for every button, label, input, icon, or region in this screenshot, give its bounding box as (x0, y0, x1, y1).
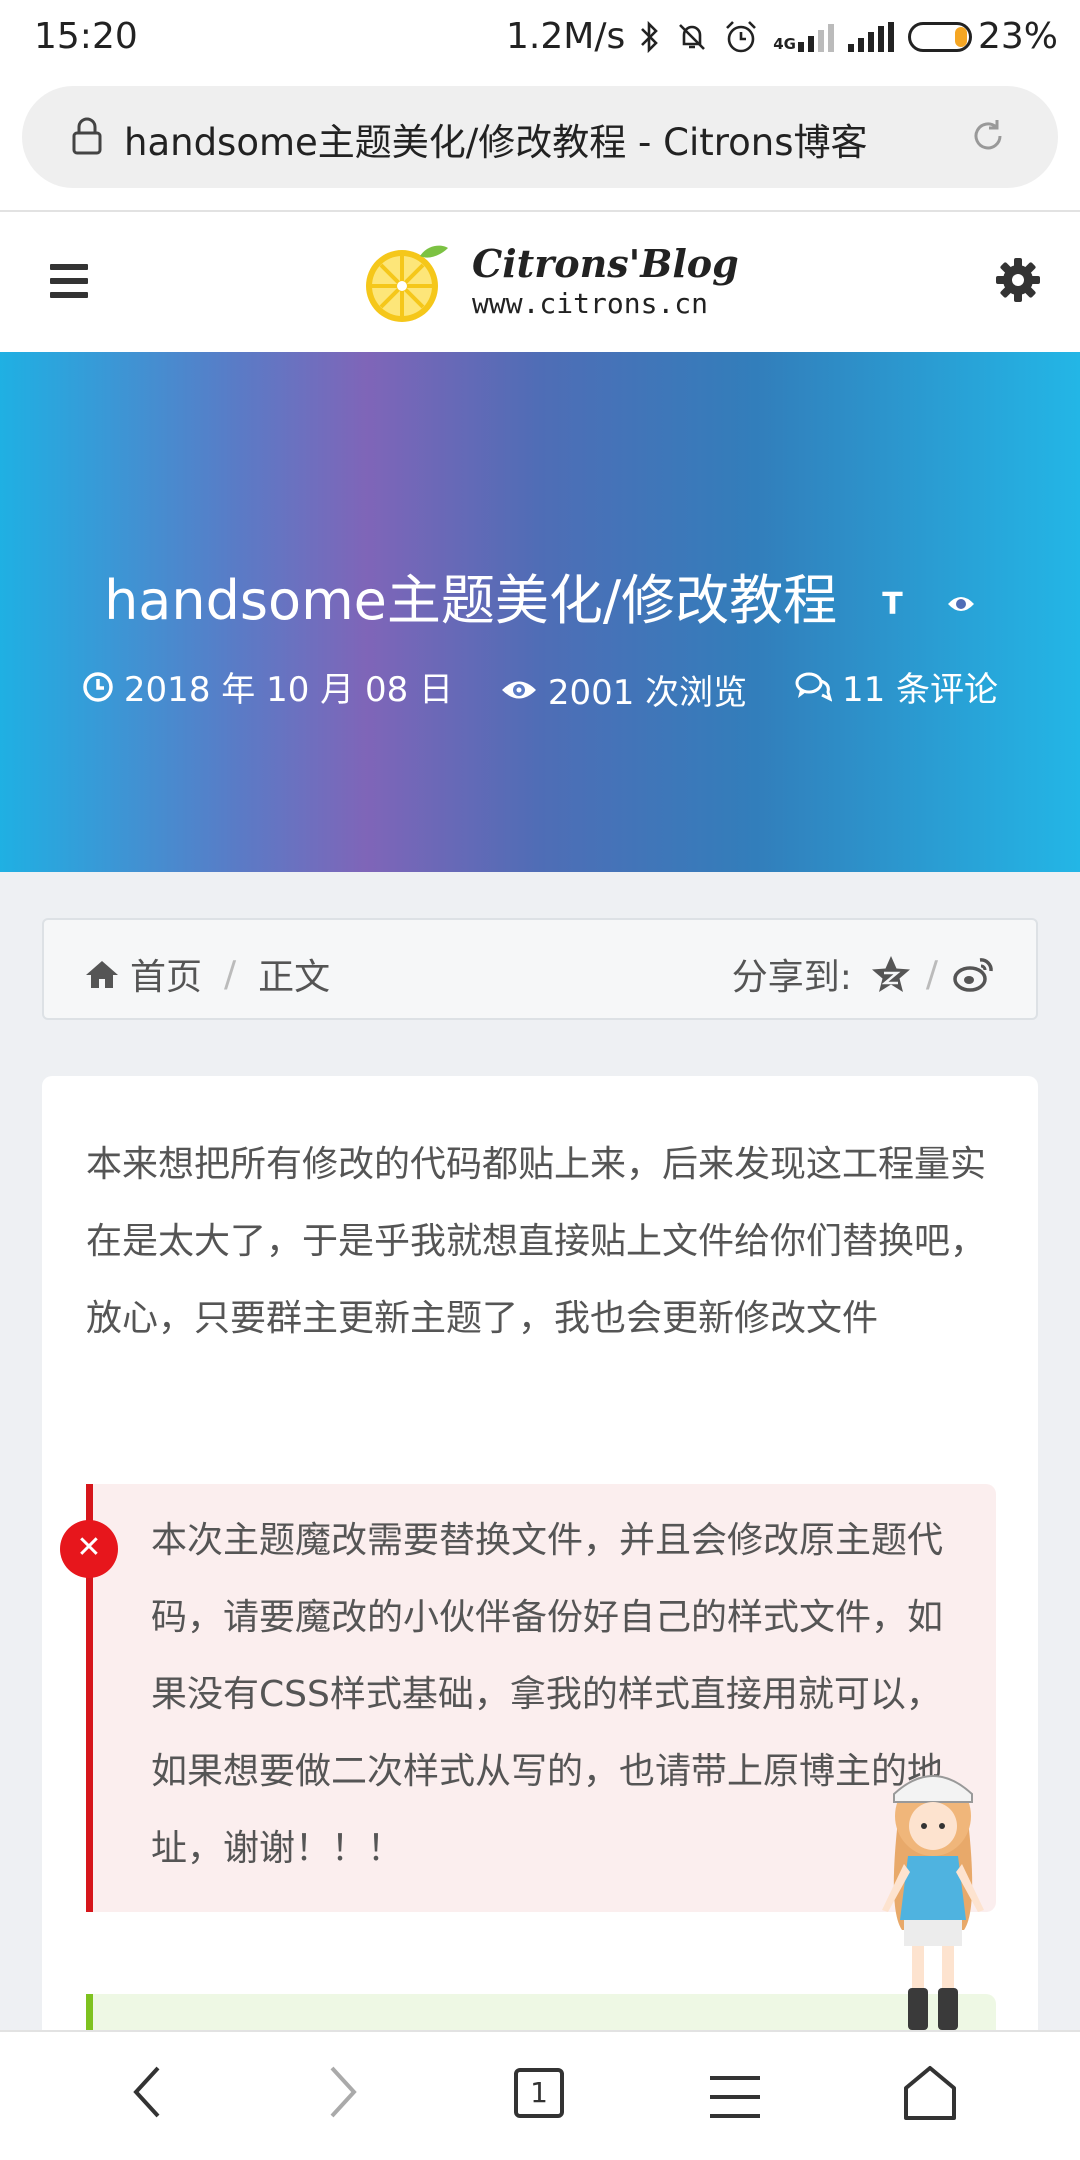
breadcrumb-current: 正文 (258, 957, 331, 998)
net-speed: 1.2M/s (506, 16, 626, 57)
tabs-icon[interactable]: 1 (514, 2068, 564, 2118)
clock-icon (83, 671, 113, 702)
weibo-icon[interactable] (952, 954, 996, 994)
breadcrumb-separator: / (224, 953, 237, 995)
signal-4g-icon: 4G (773, 22, 834, 52)
status-right: 1.2M/s 4G 23% (506, 16, 1058, 57)
page-title-url: handsome主题美化/修改教程 - Citrons博客 (124, 121, 868, 164)
warning-text: 本次主题魔改需要替换文件，并且会修改原主题代码，请要魔改的小伙伴备份好自己的样式… (151, 1520, 944, 1869)
close-circle-icon: ✕ (60, 1520, 118, 1578)
browser-bottom-nav: 1 (0, 2030, 1080, 2160)
warning-box: 本次主题魔改需要替换文件，并且会修改原主题代码，请要魔改的小伙伴备份好自己的样式… (86, 1484, 996, 1912)
lock-icon (72, 117, 102, 155)
home-outline-icon[interactable] (902, 2064, 958, 2122)
logo-title: Citrons'Blog (472, 241, 739, 286)
share-label: 分享到: (731, 957, 852, 998)
post-meta: 2018 年 10 月 08 日 2001 次浏览 11 条评论 (0, 662, 1080, 714)
breadcrumb-home[interactable]: 首页 (130, 948, 202, 1000)
font-size-icon[interactable]: T (882, 587, 902, 622)
back-icon[interactable] (128, 2062, 168, 2122)
anime-mascot-icon[interactable] (868, 1760, 998, 2036)
browser-url-bar: handsome主题美化/修改教程 - Citrons博客 (0, 80, 1080, 212)
status-bar: 15:20 1.2M/s 4G 23% (0, 0, 1080, 80)
alarm-icon (726, 20, 757, 52)
home-icon (86, 961, 118, 988)
logo-subtitle: www.citrons.cn (472, 287, 709, 320)
menu-lines-icon[interactable] (708, 2074, 762, 2120)
eye-icon (501, 681, 536, 698)
post-comments: 11 条评论 (841, 670, 999, 710)
signal-icon (847, 21, 894, 52)
post-date: 2018 年 10 月 08 日 (123, 670, 454, 710)
menu-icon[interactable] (50, 264, 88, 306)
eye-toggle-icon[interactable] (946, 593, 976, 615)
status-time: 15:20 (34, 16, 138, 57)
share-separator: / (925, 953, 938, 995)
qzone-star-icon[interactable] (870, 954, 912, 994)
bluetooth-icon (641, 20, 659, 53)
battery-icon: 23% (907, 16, 1058, 57)
site-header: Citrons'Blog www.citrons.cn (0, 212, 1080, 352)
breadcrumb: 首页 / 正文 分享到: / (42, 918, 1038, 1020)
post-title: handsome主题美化/修改教程 T (0, 556, 1080, 635)
reload-icon[interactable] (968, 116, 1008, 156)
post-title-text: handsome主题美化/修改教程 (104, 569, 838, 632)
mute-bell-icon (679, 23, 706, 50)
address-field[interactable]: handsome主题美化/修改教程 - Citrons博客 (22, 86, 1058, 188)
post-views: 2001 次浏览 (547, 673, 748, 713)
lemon-logo-icon (366, 245, 448, 322)
article-intro: 本来想把所有修改的代码都贴上来，后来发现这工程量实在是太大了，于是乎我就想直接贴… (86, 1144, 987, 1339)
comments-icon (795, 672, 832, 702)
forward-icon[interactable] (322, 2062, 362, 2122)
battery-percent: 23% (977, 16, 1058, 57)
settings-gear-icon[interactable] (994, 256, 1042, 304)
post-hero: handsome主题美化/修改教程 T 2018 年 10 月 08 日 200… (0, 352, 1080, 872)
network-type: 4G (773, 34, 796, 53)
site-logo[interactable]: Citrons'Blog www.citrons.cn (362, 238, 739, 326)
